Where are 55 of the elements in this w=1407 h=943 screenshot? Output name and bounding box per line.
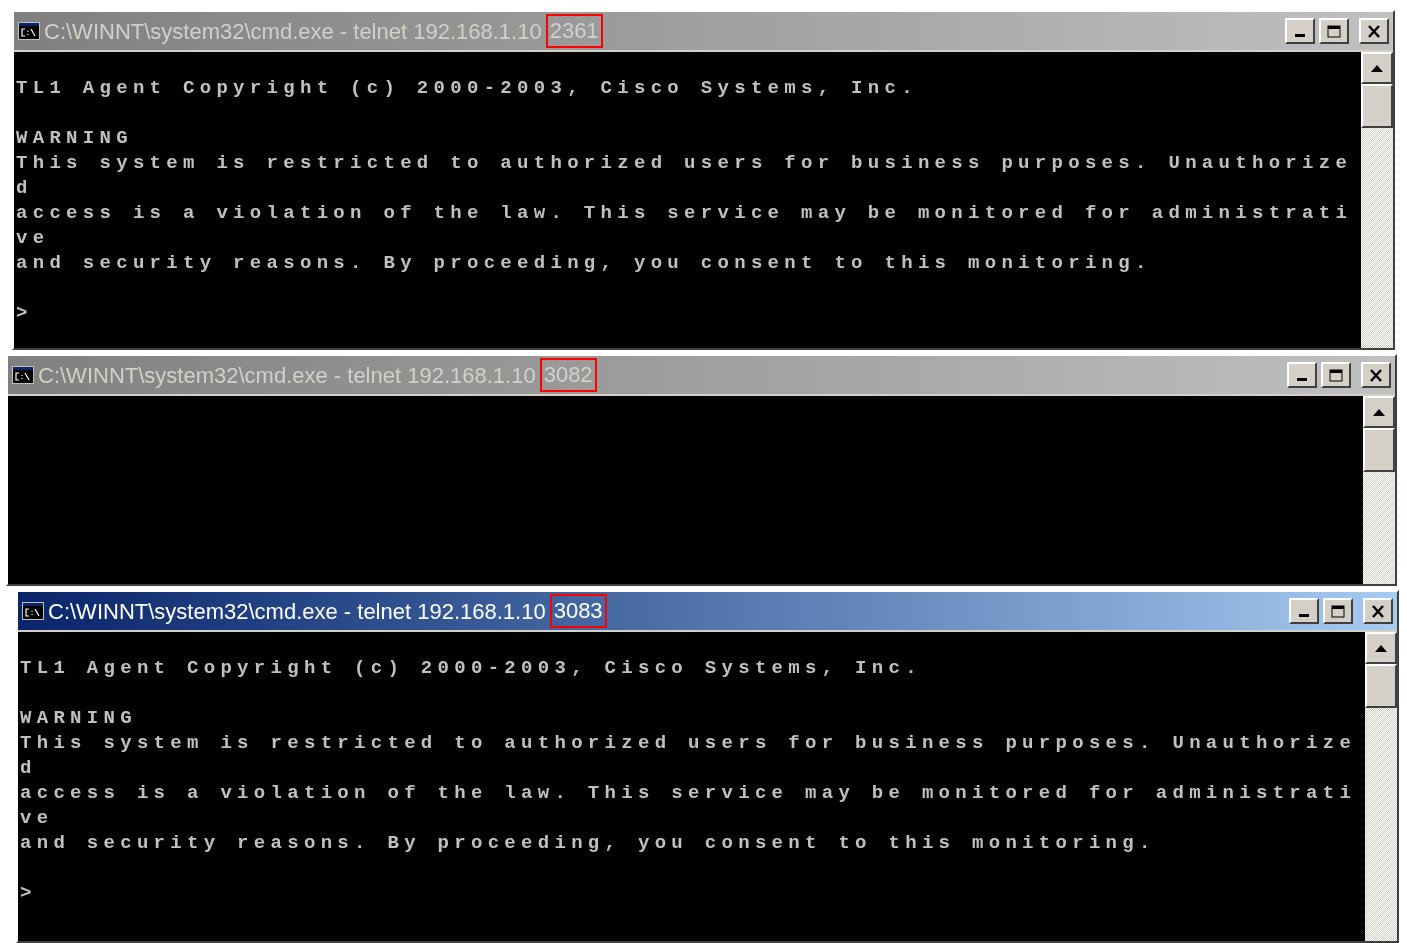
- close-button[interactable]: [1363, 598, 1393, 624]
- console-line: TL1 Agent Copyright (c) 2000-2003, Cisco Systems, Inc.: [20, 656, 922, 681]
- minimize-button[interactable]: [1287, 362, 1317, 388]
- window-title: C:\WINNT\system32\cmd.exe - telnet 192.168.1.10: [48, 597, 546, 626]
- window-title: C:\WINNT\system32\cmd.exe - telnet 192.168.1.10: [38, 361, 536, 390]
- console-line: ve: [20, 806, 54, 831]
- port-number: 2361: [545, 14, 603, 48]
- close-icon: [1371, 604, 1385, 618]
- console-line: This system is restricted to authorized users for business purposes. Unauthorize: [16, 151, 1353, 176]
- close-button[interactable]: [1359, 18, 1389, 44]
- console-line: TL1 Agent Copyright (c) 2000-2003, Cisco Systems, Inc.: [16, 76, 918, 101]
- console-line: ve: [16, 226, 50, 251]
- maximize-button[interactable]: [1319, 18, 1349, 44]
- console-line: access is a violation of the law. This service may be monitored for administrati: [16, 201, 1353, 226]
- scroll-thumb[interactable]: [1361, 84, 1393, 128]
- maximize-icon: [1329, 368, 1343, 382]
- window-title: C:\WINNT\system32\cmd.exe - telnet 192.168.1.10: [44, 17, 542, 46]
- port-number: 3083: [549, 594, 607, 628]
- minimize-icon: [1299, 613, 1309, 617]
- scroll-thumb[interactable]: [1363, 428, 1395, 472]
- maximize-button[interactable]: [1323, 598, 1353, 624]
- maximize-icon: [1331, 604, 1345, 618]
- maximize-icon: [1327, 24, 1341, 38]
- console-line: >: [20, 881, 37, 906]
- console-icon: [12, 366, 34, 384]
- scroll-up-button[interactable]: [1363, 396, 1395, 428]
- console-line: and security reasons. By proceeding, you consent to this monitoring.: [20, 831, 1156, 856]
- minimize-button[interactable]: [1289, 598, 1319, 624]
- console-line: >: [16, 301, 33, 326]
- minimize-icon: [1295, 33, 1305, 37]
- minimize-button[interactable]: [1285, 18, 1315, 44]
- close-button[interactable]: [1361, 362, 1391, 388]
- scroll-up-button[interactable]: [1361, 52, 1393, 84]
- scrollbar[interactable]: [1361, 52, 1393, 348]
- console-line: d: [20, 756, 37, 781]
- up-arrow-icon: [1373, 408, 1385, 416]
- port-number: 3082: [539, 358, 597, 392]
- console-line: WARNING: [16, 126, 133, 151]
- scroll-up-button[interactable]: [1365, 632, 1397, 664]
- console-line: and security reasons. By proceeding, you consent to this monitoring.: [16, 251, 1152, 276]
- console-line: This system is restricted to authorized users for business purposes. Unauthorize: [20, 731, 1357, 756]
- up-arrow-icon: [1371, 64, 1383, 72]
- maximize-button[interactable]: [1321, 362, 1351, 388]
- minimize-icon: [1297, 377, 1307, 381]
- console-line: access is a violation of the law. This service may be monitored for administrati: [20, 781, 1357, 806]
- scrollbar[interactable]: [1363, 396, 1395, 584]
- scrollbar[interactable]: [1365, 632, 1397, 941]
- console-icon: [18, 22, 40, 40]
- up-arrow-icon: [1375, 644, 1387, 652]
- close-icon: [1369, 368, 1383, 382]
- console-line: d: [16, 176, 33, 201]
- close-icon: [1367, 24, 1381, 38]
- console-line: WARNING: [20, 706, 137, 731]
- console-icon: [22, 602, 44, 620]
- scroll-thumb[interactable]: [1365, 664, 1397, 708]
